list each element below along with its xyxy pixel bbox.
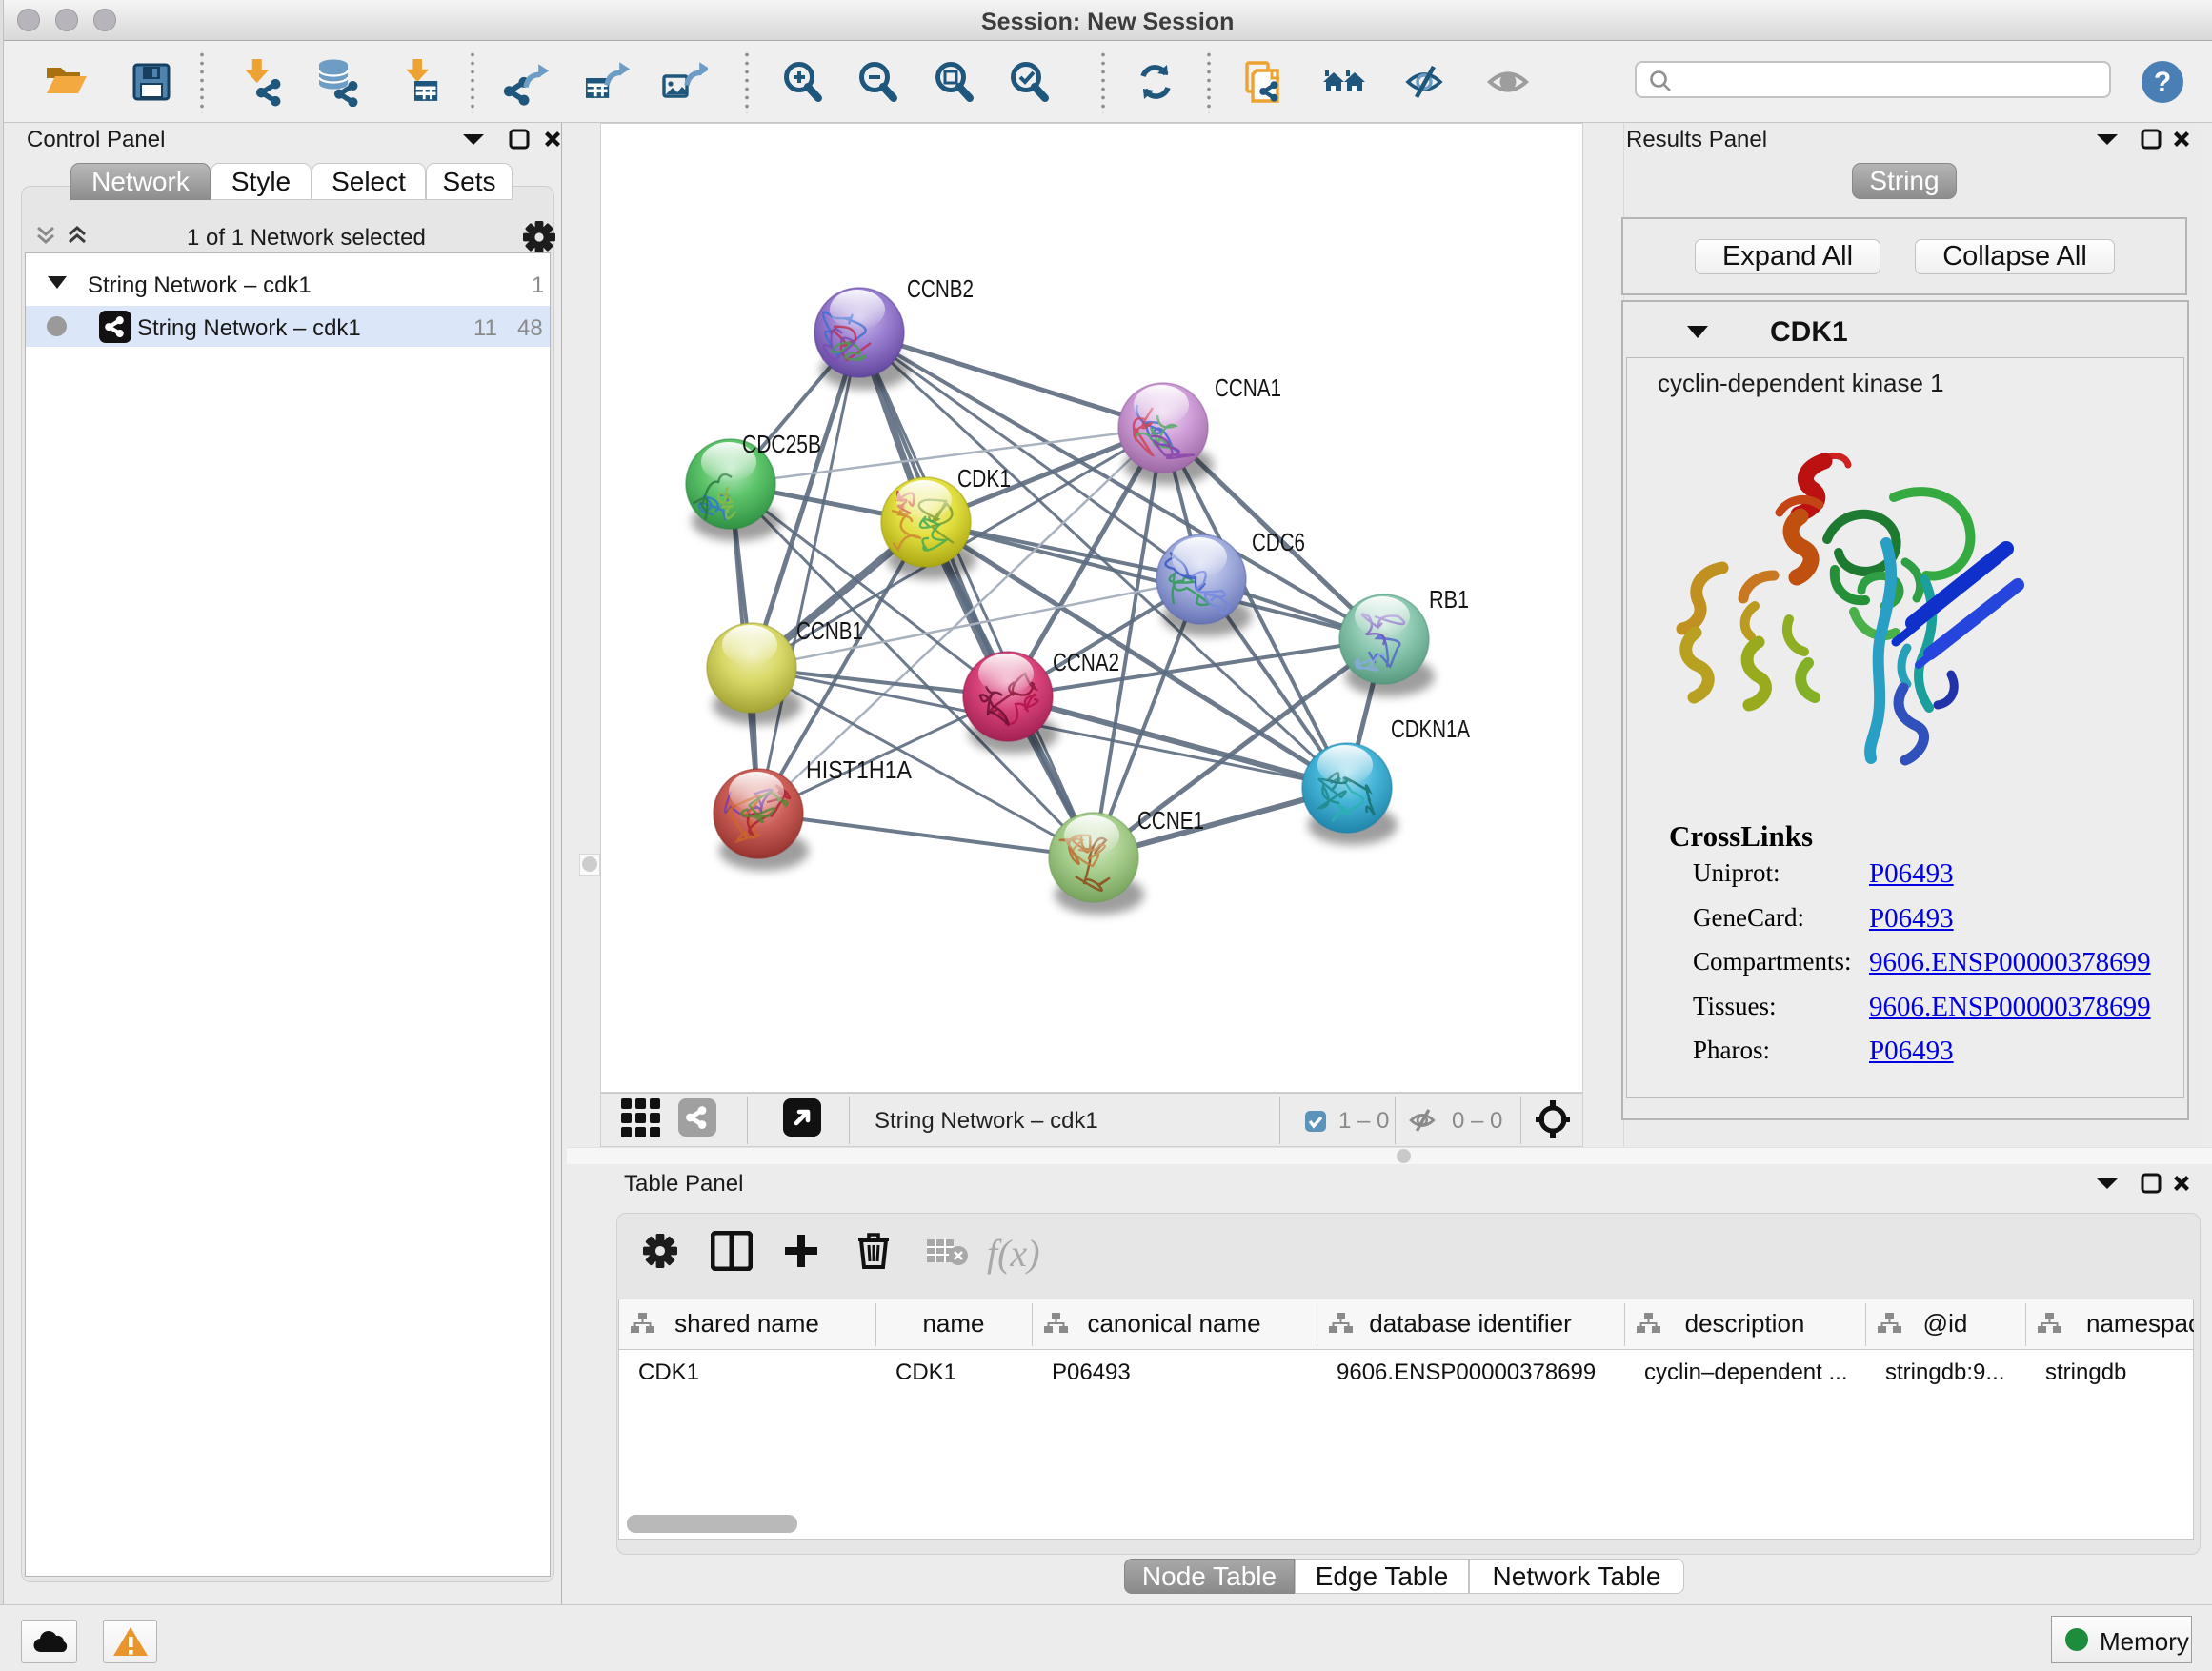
svg-text:?: ? <box>2154 67 2171 98</box>
svg-text:CCNB1: CCNB1 <box>796 616 863 645</box>
svg-text:RB1: RB1 <box>1429 585 1469 614</box>
svg-text:CDC25B: CDC25B <box>742 430 821 458</box>
svg-text:CCNA2: CCNA2 <box>1053 648 1119 676</box>
svg-text:CCNB2: CCNB2 <box>907 274 974 303</box>
svg-text:CCNA1: CCNA1 <box>1215 373 1281 402</box>
svg-text:HIST1H1A: HIST1H1A <box>806 755 913 784</box>
svg-text:CCNE1: CCNE1 <box>1137 806 1204 835</box>
svg-text:CDC6: CDC6 <box>1252 528 1305 556</box>
svg-text:CDKN1A: CDKN1A <box>1391 715 1471 743</box>
svg-text:CDK1: CDK1 <box>957 464 1011 493</box>
